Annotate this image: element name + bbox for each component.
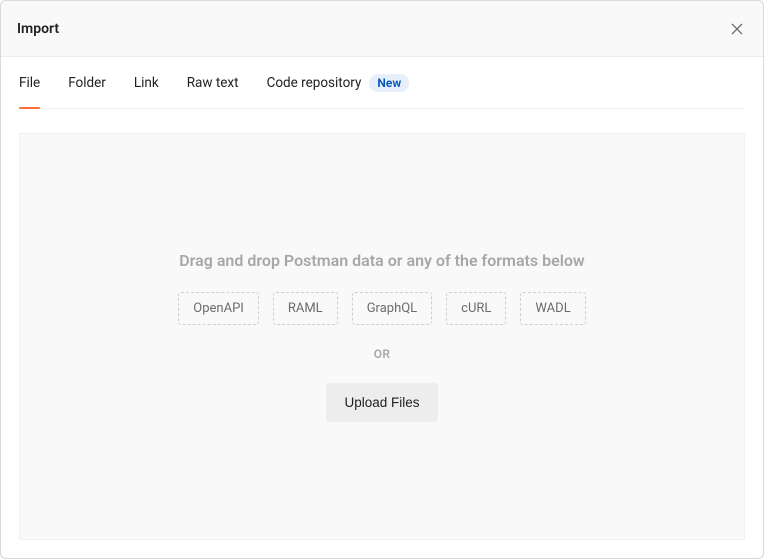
format-wadl: WADL [520,292,585,325]
tab-link[interactable]: Link [134,57,159,108]
upload-files-button[interactable]: Upload Files [326,383,437,422]
tab-label: Raw text [187,75,239,91]
tab-label: Folder [68,75,106,91]
tab-label: File [19,75,40,91]
tab-raw-text[interactable]: Raw text [187,57,239,108]
drop-instruction: Drag and drop Postman data or any of the… [179,251,585,270]
modal-title: Import [17,21,59,37]
dropzone[interactable]: Drag and drop Postman data or any of the… [19,133,745,540]
tab-label: Link [134,75,159,91]
tab-folder[interactable]: Folder [68,57,106,108]
format-graphql: GraphQL [352,292,432,325]
new-badge: New [369,74,409,92]
tabs: File Folder Link Raw text Code repositor… [19,57,745,109]
tabs-container: File Folder Link Raw text Code repositor… [1,57,763,109]
import-modal: Import File Folder Link Raw text Code re… [0,0,764,559]
tab-label: Code repository [267,75,362,91]
modal-header: Import [1,1,763,57]
close-button[interactable] [727,19,747,39]
format-list: OpenAPI RAML GraphQL cURL WADL [178,292,585,325]
tab-file[interactable]: File [19,57,40,108]
format-curl: cURL [446,292,506,325]
format-raml: RAML [273,292,338,325]
tab-code-repository[interactable]: Code repository New [267,57,410,108]
content-area: Drag and drop Postman data or any of the… [1,109,763,558]
format-openapi: OpenAPI [178,292,259,325]
or-separator: OR [374,347,391,361]
close-icon [729,21,745,37]
